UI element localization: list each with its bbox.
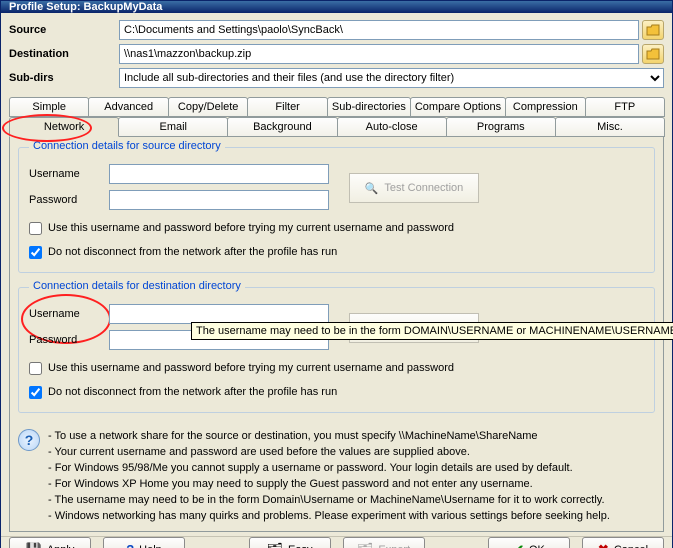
button-bar: 💾 Apply ? Help 🗂 Easy 🗂 Expert ✔ OK ✖ Ca… xyxy=(1,536,672,548)
help-line: - The username may need to be in the for… xyxy=(48,493,610,509)
window-title: Profile Setup: BackupMyData xyxy=(9,1,162,13)
dest-password-label: Password xyxy=(29,334,109,346)
expert-icon: 🗂 xyxy=(357,543,374,548)
source-label: Source xyxy=(9,24,119,36)
subdirs-label: Sub-dirs xyxy=(9,72,119,84)
ok-label: OK xyxy=(529,544,545,548)
expert-label: Expert xyxy=(378,544,410,548)
top-fields: Source Destination Sub-dirs Include all … xyxy=(9,19,664,91)
easy-label: Easy xyxy=(288,544,312,548)
help-button[interactable]: ? Help xyxy=(103,537,185,548)
tab-email[interactable]: Email xyxy=(118,117,228,137)
source-no-disconnect-checkbox[interactable] xyxy=(29,246,42,259)
tab-network-label: Network xyxy=(44,121,84,133)
username-tooltip: The username may need to be in the form … xyxy=(191,322,673,340)
dest-username-input[interactable] xyxy=(109,304,329,324)
source-no-disconnect-label: Do not disconnect from the network after… xyxy=(48,246,337,258)
content-area: Source Destination Sub-dirs Include all … xyxy=(1,13,672,536)
apply-label: Apply xyxy=(47,544,75,548)
dest-use-creds-checkbox[interactable] xyxy=(29,362,42,375)
help-line: - To use a network share for the source … xyxy=(48,429,610,445)
tab-misc[interactable]: Misc. xyxy=(555,117,665,137)
tab-strip: Simple Advanced Copy/Delete Filter Sub-d… xyxy=(9,97,664,137)
tab-compression[interactable]: Compression xyxy=(505,97,585,117)
source-username-label: Username xyxy=(29,168,109,180)
help-panel: ? - To use a network share for the sourc… xyxy=(18,429,655,525)
tab-programs[interactable]: Programs xyxy=(446,117,556,137)
destination-browse-button[interactable] xyxy=(642,44,664,64)
tab-compare-options[interactable]: Compare Options xyxy=(410,97,506,117)
source-browse-button[interactable] xyxy=(642,20,664,40)
tab-network[interactable]: Network xyxy=(9,117,119,137)
expert-button[interactable]: 🗂 Expert xyxy=(343,537,425,548)
easy-icon: 🗂 xyxy=(267,543,284,548)
save-icon: 💾 xyxy=(26,543,42,548)
help-line: - For Windows 95/98/Me you cannot supply… xyxy=(48,461,610,477)
source-use-creds-label: Use this username and password before tr… xyxy=(48,222,454,234)
source-username-input[interactable] xyxy=(109,164,329,184)
source-password-label: Password xyxy=(29,194,109,206)
destination-input[interactable] xyxy=(119,44,639,64)
tab-panel-network: Connection details for source directory … xyxy=(9,137,664,532)
tab-sub-directories[interactable]: Sub-directories xyxy=(327,97,411,117)
tab-auto-close[interactable]: Auto-close xyxy=(337,117,447,137)
source-use-creds-checkbox[interactable] xyxy=(29,222,42,235)
help-line: - Your current username and password are… xyxy=(48,445,610,461)
binoculars-icon: 🔍 xyxy=(365,182,379,195)
tab-simple[interactable]: Simple xyxy=(9,97,89,117)
group-source-title: Connection details for source directory xyxy=(29,140,225,152)
help-line: - For Windows XP Home you may need to su… xyxy=(48,477,610,493)
tab-advanced[interactable]: Advanced xyxy=(88,97,168,117)
folder-icon xyxy=(646,48,660,60)
group-dest-title: Connection details for destination direc… xyxy=(29,280,245,292)
source-input[interactable] xyxy=(119,20,639,40)
subdirs-select[interactable]: Include all sub-directories and their fi… xyxy=(119,68,664,88)
help-text: - To use a network share for the source … xyxy=(48,429,610,525)
check-icon: ✔ xyxy=(513,543,524,548)
apply-button[interactable]: 💾 Apply xyxy=(9,537,91,548)
destination-label: Destination xyxy=(9,48,119,60)
tab-ftp[interactable]: FTP xyxy=(585,97,665,117)
tab-filter[interactable]: Filter xyxy=(247,97,327,117)
dest-no-disconnect-label: Do not disconnect from the network after… xyxy=(48,386,337,398)
titlebar: Profile Setup: BackupMyData xyxy=(1,1,672,13)
group-source-connection: Connection details for source directory … xyxy=(18,147,655,273)
group-dest-connection: Connection details for destination direc… xyxy=(18,287,655,413)
cancel-button[interactable]: ✖ Cancel xyxy=(582,537,664,548)
cross-icon: ✖ xyxy=(598,543,609,548)
window: Profile Setup: BackupMyData Source Desti… xyxy=(0,0,673,548)
tab-copy-delete[interactable]: Copy/Delete xyxy=(168,97,248,117)
help-icon: ? xyxy=(126,543,134,548)
folder-icon xyxy=(646,24,660,36)
help-label: Help xyxy=(139,544,162,548)
easy-button[interactable]: 🗂 Easy xyxy=(249,537,331,548)
dest-username-label: Username xyxy=(29,308,109,320)
source-test-label: Test Connection xyxy=(384,182,463,194)
source-test-connection-button[interactable]: 🔍 Test Connection xyxy=(349,173,479,203)
cancel-label: Cancel xyxy=(614,544,648,548)
info-icon: ? xyxy=(18,429,40,451)
source-password-input[interactable] xyxy=(109,190,329,210)
help-line: - Windows networking has many quirks and… xyxy=(48,509,610,525)
tab-background[interactable]: Background xyxy=(227,117,337,137)
dest-use-creds-label: Use this username and password before tr… xyxy=(48,362,454,374)
dest-no-disconnect-checkbox[interactable] xyxy=(29,386,42,399)
ok-button[interactable]: ✔ OK xyxy=(488,537,570,548)
